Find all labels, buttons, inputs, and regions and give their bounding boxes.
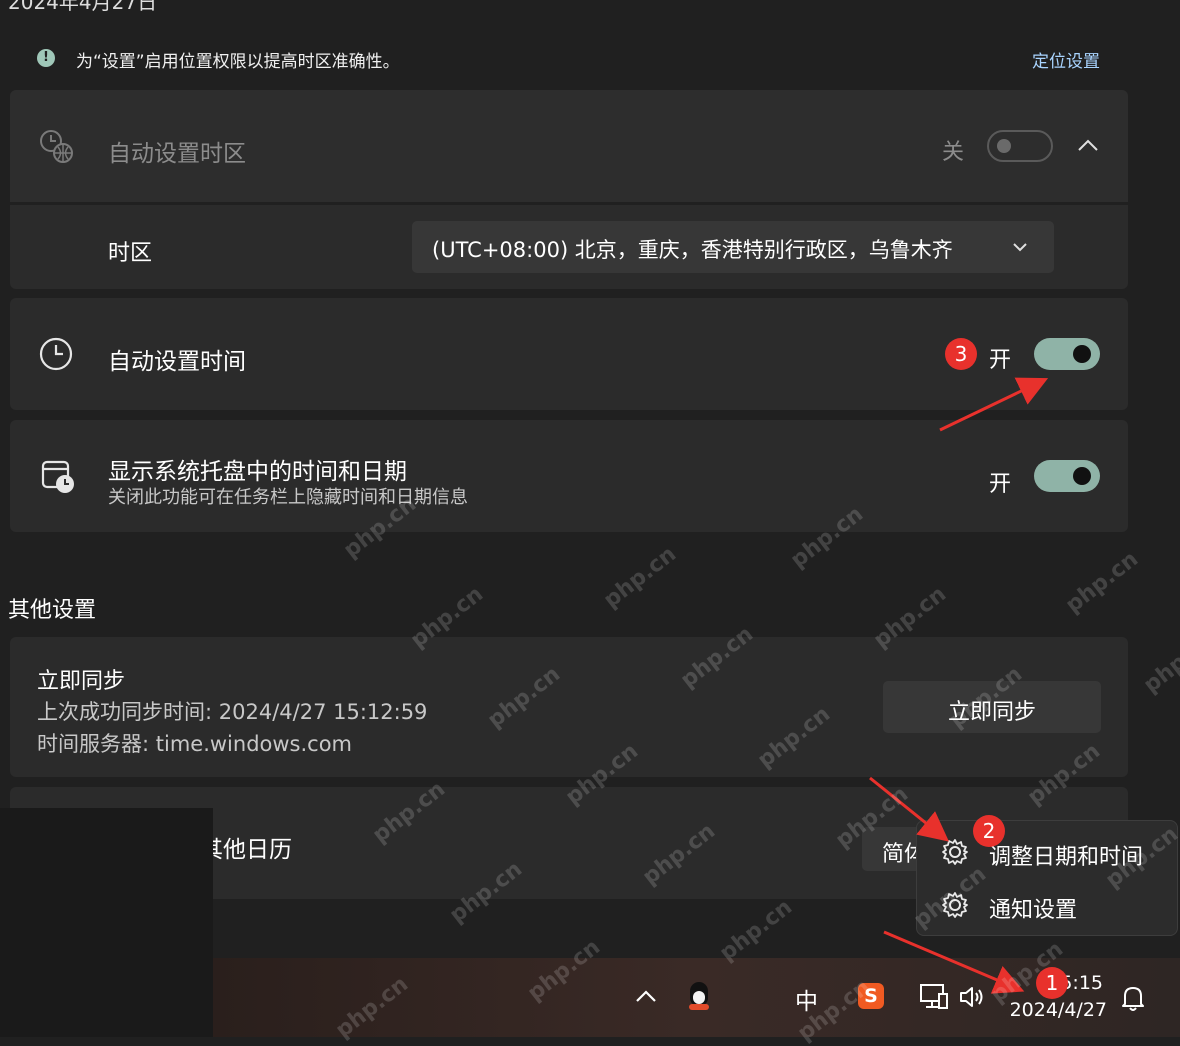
gear-icon: [942, 839, 968, 865]
sogou-input-icon[interactable]: S: [858, 983, 884, 1009]
watermark: php.cn: [1139, 626, 1180, 699]
show-hidden-icons-chevron-icon[interactable]: [635, 989, 657, 1003]
taskbar-context-menu: 调整日期和时间 通知设置: [916, 820, 1178, 936]
auto-timezone-label: 自动设置时区: [108, 141, 246, 167]
tray-time-label: 显示系统托盘中的时间和日期: [108, 459, 407, 485]
menu-item-notification-settings-label: 通知设置: [989, 898, 1078, 923]
sync-title: 立即同步: [37, 669, 126, 694]
timezone-row: 时区 (UTC+08:00) 北京，重庆，香港特别行政区，乌鲁木齐: [10, 205, 1128, 289]
watermark: php.cn: [715, 894, 797, 967]
notification-bell-icon[interactable]: [1120, 984, 1146, 1012]
banner-text: 为“设置”启用位置权限以提高时区准确性。: [76, 52, 400, 72]
qq-penguin-icon[interactable]: [687, 982, 711, 1010]
auto-time-state: 开: [989, 348, 1012, 373]
taskbar-date: 2024/4/27: [1009, 999, 1107, 1021]
volume-icon[interactable]: [959, 985, 987, 1009]
menu-item-adjust-datetime-label: 调整日期和时间: [989, 845, 1144, 870]
gear-icon: [942, 892, 968, 918]
watermark: php.cn: [1061, 546, 1143, 619]
menu-item-notification-settings[interactable]: 通知设置: [917, 881, 1177, 931]
sync-now-button[interactable]: 立即同步: [883, 681, 1101, 733]
desktop-overlay: [0, 808, 213, 1037]
other-settings-heading: 其他设置: [8, 598, 97, 623]
sync-now-button-label: 立即同步: [947, 700, 1036, 725]
page-date-title: 2024年4月27日: [8, 0, 158, 14]
step-badge-3: 3: [945, 338, 977, 370]
step-badge-2: 2: [973, 815, 1005, 847]
step-badge-1: 1: [1036, 967, 1068, 999]
auto-time-label: 自动设置时间: [108, 349, 246, 375]
time-server-text: 时间服务器: time.windows.com: [37, 732, 353, 756]
calendar-label: 其他日历: [200, 837, 292, 863]
last-sync-text: 上次成功同步时间: 2024/4/27 15:12:59: [37, 700, 428, 724]
info-icon: !: [37, 49, 55, 67]
network-icon[interactable]: [919, 982, 949, 1012]
timezone-label: 时区: [108, 241, 153, 266]
timezone-select[interactable]: (UTC+08:00) 北京，重庆，香港特别行政区，乌鲁木齐: [412, 221, 1054, 273]
tray-time-description: 关闭此功能可在任务栏上隐藏时间和日期信息: [108, 487, 468, 508]
calendar-clock-icon: [41, 460, 74, 493]
tray-time-state: 开: [989, 472, 1012, 497]
chevron-up-icon[interactable]: [1077, 138, 1099, 152]
tray-time-row: 显示系统托盘中的时间和日期 关闭此功能可在任务栏上隐藏时间和日期信息 开: [10, 420, 1128, 532]
sync-row: 立即同步 上次成功同步时间: 2024/4/27 15:12:59 时间服务器:…: [10, 637, 1128, 777]
globe-clock-icon: [40, 130, 73, 163]
auto-time-toggle[interactable]: [1034, 338, 1100, 370]
location-settings-link[interactable]: 定位设置: [1032, 47, 1100, 72]
chevron-down-icon: [1013, 243, 1027, 252]
auto-time-row: 自动设置时间 3 开: [10, 298, 1128, 410]
ime-indicator[interactable]: 中: [795, 982, 818, 1016]
location-banner: ! 为“设置”启用位置权限以提高时区准确性。 定位设置: [10, 34, 1128, 84]
taskbar: 中 S 15:15 2024/4/27: [213, 958, 1180, 1037]
auto-timezone-toggle[interactable]: [987, 130, 1053, 162]
timezone-select-value: (UTC+08:00) 北京，重庆，香港特别行政区，乌鲁木齐: [432, 238, 953, 262]
auto-timezone-row: 自动设置时区 关: [10, 90, 1128, 202]
tray-time-toggle[interactable]: [1034, 460, 1100, 492]
watermark: php.cn: [599, 541, 681, 614]
clock-icon: [39, 337, 73, 371]
auto-timezone-state: 关: [942, 140, 965, 165]
menu-item-adjust-datetime[interactable]: 调整日期和时间: [917, 827, 1177, 877]
